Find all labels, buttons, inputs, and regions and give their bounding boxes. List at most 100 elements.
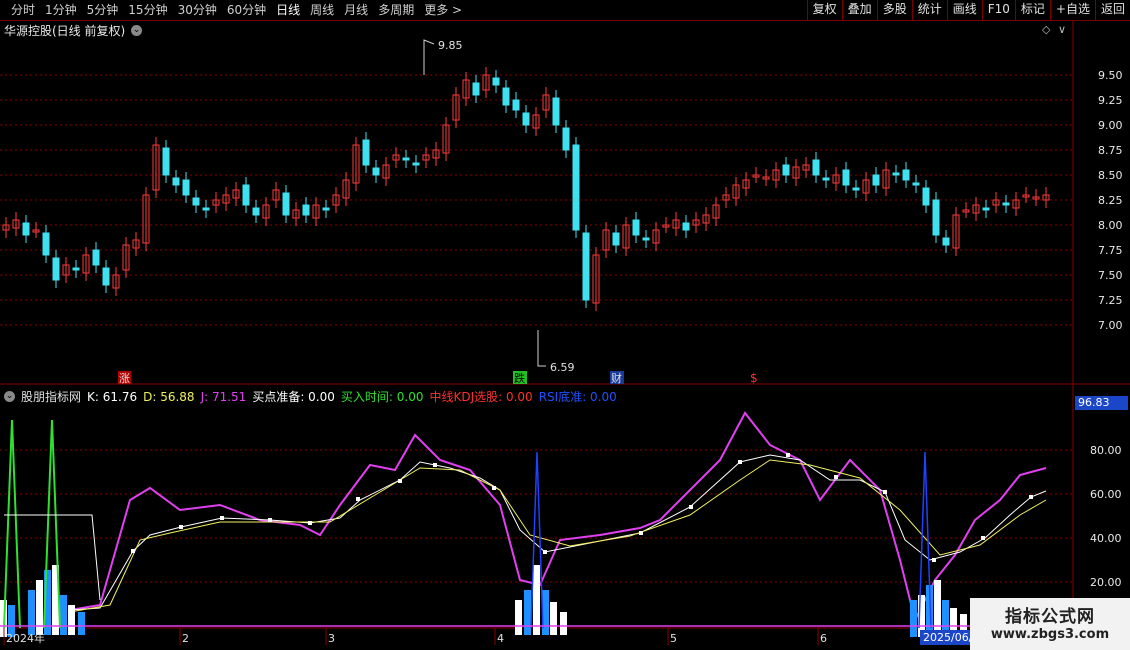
- d-value: D: 56.88: [143, 389, 195, 404]
- candle-body: [492, 77, 500, 86]
- candlesticks: [2, 67, 1050, 311]
- indicator-name[interactable]: 股朋指标网: [21, 388, 81, 405]
- chevron-down-icon[interactable]: ⌄: [131, 25, 143, 36]
- indicator-grid: 80.00 60.00 40.00 20.00: [0, 444, 1122, 589]
- k-marker: [834, 475, 838, 479]
- candle-body: [842, 169, 850, 186]
- k-value: K: 61.76: [87, 389, 138, 404]
- candle-body: [402, 157, 410, 161]
- candle-body: [852, 187, 860, 191]
- date-highlight: 2025/06/: [920, 630, 976, 645]
- candle-body: [362, 139, 370, 166]
- candle-body: [282, 192, 290, 216]
- event-tag-rise[interactable]: 涨: [118, 371, 131, 385]
- k-marker: [786, 453, 790, 457]
- event-tag-dollar[interactable]: $: [750, 371, 758, 385]
- candle-body: [582, 232, 590, 301]
- candle-body: [782, 164, 790, 176]
- histogram-bar: [910, 600, 917, 637]
- k-marker: [738, 460, 742, 464]
- buy-signal-spike: [3, 419, 21, 629]
- stock-title-bar: 华源控股(日线 前复权) ⌄: [4, 22, 143, 39]
- candle-body: [102, 267, 110, 286]
- watermark: 指标公式网 www.zbgs3.com: [970, 598, 1130, 650]
- indicator-line: [69, 411, 1047, 623]
- price-tick-label: 9.50: [1098, 69, 1123, 82]
- price-tick-label: 9.25: [1098, 94, 1123, 107]
- low-price-label: 6.59: [550, 361, 575, 374]
- k-marker: [268, 518, 272, 522]
- candle-body: [72, 267, 80, 271]
- price-tick-label: 7.50: [1098, 269, 1123, 282]
- candle-body: [242, 184, 250, 206]
- price-tick-label: 7.25: [1098, 294, 1123, 307]
- candle-body: [252, 207, 260, 216]
- date-axis: 2024年 2 3 4 5 6: [3, 628, 827, 645]
- candle-body: [552, 97, 560, 126]
- k-marker: [433, 463, 437, 467]
- candle-body: [942, 237, 950, 246]
- diamond-icon[interactable]: ◇: [1042, 23, 1050, 36]
- event-tag-fall[interactable]: 跌: [513, 371, 527, 385]
- high-price-marker: 9.85: [423, 39, 463, 75]
- k-marker: [398, 479, 402, 483]
- indicator-menu-icon[interactable]: ⌄: [4, 391, 15, 402]
- date-tick-label: 2: [182, 632, 189, 645]
- candle-body: [932, 199, 940, 236]
- candle-body: [42, 232, 50, 256]
- stock-title: 华源控股(日线 前复权): [4, 24, 126, 38]
- candle-body: [642, 237, 650, 241]
- event-tag-finance[interactable]: 财: [610, 371, 624, 385]
- candle-body: [162, 147, 170, 176]
- watermark-title: 指标公式网: [1005, 607, 1095, 627]
- price-tick-label: 8.75: [1098, 144, 1123, 157]
- k-marker: [220, 516, 224, 520]
- price-tick-label: 8.00: [1098, 219, 1123, 232]
- candle-body: [192, 197, 200, 206]
- candle-body: [412, 162, 420, 166]
- candle-body: [612, 232, 620, 246]
- candle-body: [1002, 202, 1010, 206]
- svg-text:跌: 跌: [514, 371, 525, 385]
- candle-body: [892, 172, 900, 176]
- indicator-header: ⌄ 股朋指标网 K: 61.76 D: 56.88 J: 71.51 买点准备:…: [4, 388, 617, 405]
- candle-body: [632, 219, 640, 236]
- date-tick-label: 6: [820, 632, 827, 645]
- price-tick-label: 8.25: [1098, 194, 1123, 207]
- k-marker: [689, 505, 693, 509]
- candle-body: [322, 207, 330, 211]
- indicator-line: [69, 459, 1047, 613]
- date-tick-label: 3: [328, 632, 335, 645]
- k-marker: [308, 521, 312, 525]
- candle-body: [902, 169, 910, 181]
- k-marker: [492, 486, 496, 490]
- price-tick-label: 7.00: [1098, 319, 1123, 332]
- histogram-bar: [533, 565, 540, 635]
- indicator-line: [69, 454, 1047, 611]
- candle-body: [822, 177, 830, 181]
- chart-canvas[interactable]: 9.50 9.25 9.00 8.75 8.50 8.25 8.00 7.75 7.50 7.25…: [0, 0, 1130, 650]
- candle-body: [92, 249, 100, 266]
- candle-body: [502, 87, 510, 106]
- price-tick-label: 9.00: [1098, 119, 1123, 132]
- histogram-bar: [78, 612, 85, 635]
- k-marker: [131, 549, 135, 553]
- candle-body: [982, 207, 990, 211]
- buy-prep-value: 买点准备: 0.00: [252, 390, 335, 404]
- k-marker: [932, 558, 936, 562]
- expand-icon[interactable]: ∨: [1058, 23, 1066, 36]
- price-tick-label: 7.75: [1098, 244, 1123, 257]
- j-value: J: 71.51: [200, 389, 247, 404]
- candle-body: [922, 187, 930, 206]
- indicator-tick-label: 60.00: [1090, 488, 1122, 501]
- date-tick-label: 4: [497, 632, 504, 645]
- candle-body: [302, 204, 310, 216]
- svg-text:$: $: [750, 371, 758, 385]
- histogram-bar: [524, 590, 531, 635]
- candle-body: [522, 112, 530, 126]
- histogram-bar: [934, 580, 941, 637]
- candle-body: [572, 144, 580, 231]
- histogram-bar: [560, 612, 567, 635]
- date-tick-label: 5: [670, 632, 677, 645]
- indicator-lines: [0, 411, 1073, 637]
